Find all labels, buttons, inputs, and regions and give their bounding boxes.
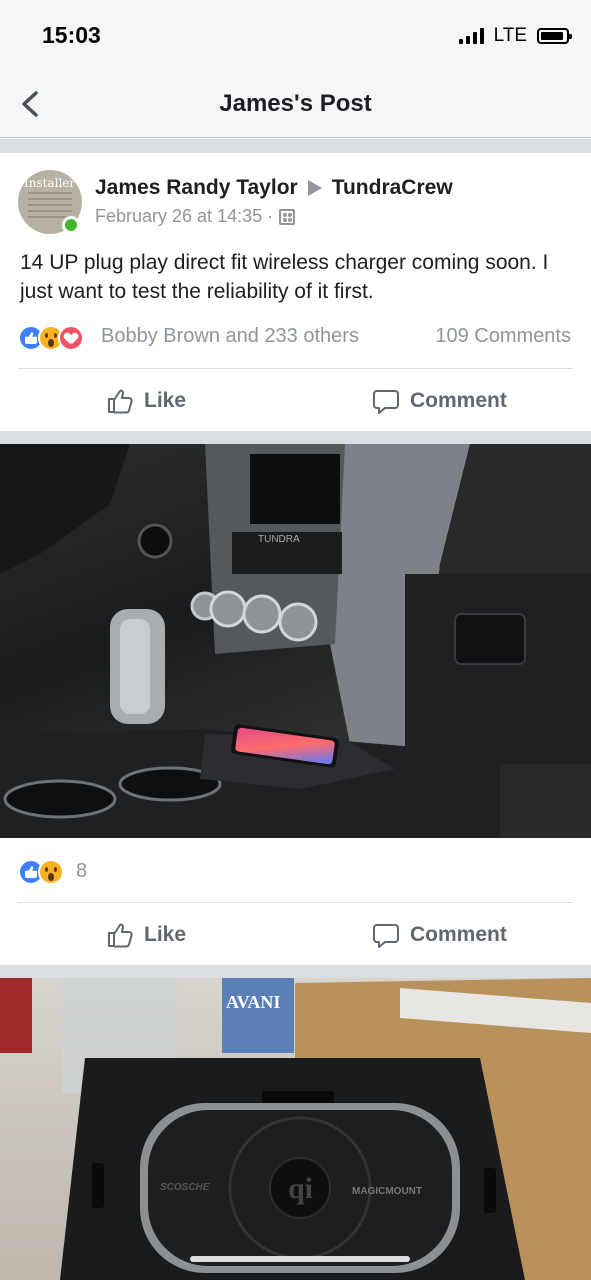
comment-icon (373, 924, 399, 948)
online-status-indicator (62, 216, 80, 234)
navigation-bar: James's Post (0, 70, 591, 138)
post-meta: February 26 at 14:35 · (95, 206, 296, 227)
privacy-icon (279, 208, 296, 225)
group-name[interactable]: TundraCrew (332, 176, 453, 200)
charger-image: AVANI qi SCOSCHE MAGICMOUNT (0, 978, 591, 1280)
photo-like-button[interactable]: Like (106, 915, 186, 955)
reactions-count[interactable]: Bobby Brown and 233 others (101, 325, 359, 348)
post-photo-charger[interactable]: AVANI qi SCOSCHE MAGICMOUNT (0, 978, 591, 1280)
network-label: LTE (493, 25, 527, 46)
like-label: Like (144, 389, 187, 412)
wow-reaction-icon (38, 859, 64, 885)
comment-label: Comment (410, 389, 507, 412)
dash-logo-text: TUNDRA (258, 534, 300, 545)
avatar-caption: Installer (24, 176, 76, 190)
shared-to-arrow-icon (307, 180, 322, 196)
section-separator (0, 431, 591, 444)
signal-icon (458, 28, 484, 44)
like-label: Like (144, 923, 187, 946)
like-icon (108, 923, 133, 948)
author-name[interactable]: James Randy Taylor (95, 176, 298, 200)
comment-label: Comment (410, 923, 507, 946)
truck-interior-image: TUNDRA (0, 444, 591, 838)
avatar-texture (28, 192, 72, 218)
post-date[interactable]: February 26 at 14:35 · (95, 206, 273, 227)
divider (18, 368, 573, 369)
photo-reactions-count[interactable]: 8 (76, 860, 87, 883)
page-title: James's Post (219, 90, 372, 117)
qi-logo-text: qi (288, 1172, 313, 1205)
divider (18, 902, 573, 903)
battery-icon (537, 28, 572, 44)
status-bar: 15:03 LTE (0, 0, 591, 70)
comment-button[interactable]: Comment (372, 381, 507, 421)
post-author-line: James Randy Taylor TundraCrew (95, 176, 453, 200)
charger-brand-right: MAGICMOUNT (352, 1186, 422, 1197)
photo-reaction-summary[interactable] (18, 858, 64, 886)
bottle-brand-text: AVANI (226, 992, 280, 1012)
reaction-summary[interactable] (18, 324, 84, 352)
section-separator (0, 965, 591, 978)
charger-brand-left: SCOSCHE (160, 1182, 210, 1193)
status-indicators: LTE (458, 24, 572, 48)
comments-count[interactable]: 109 Comments (435, 325, 571, 348)
like-icon (108, 389, 133, 414)
like-button[interactable]: Like (106, 381, 186, 421)
status-time: 15:03 (42, 22, 101, 48)
section-separator (0, 139, 591, 153)
love-reaction-icon (58, 325, 84, 351)
post-body-text: 14 UP plug play direct fit wireless char… (20, 251, 549, 303)
post-photo-truck-interior[interactable]: TUNDRA (0, 444, 591, 838)
comment-icon (373, 390, 399, 414)
photo-comment-button[interactable]: Comment (372, 915, 507, 955)
